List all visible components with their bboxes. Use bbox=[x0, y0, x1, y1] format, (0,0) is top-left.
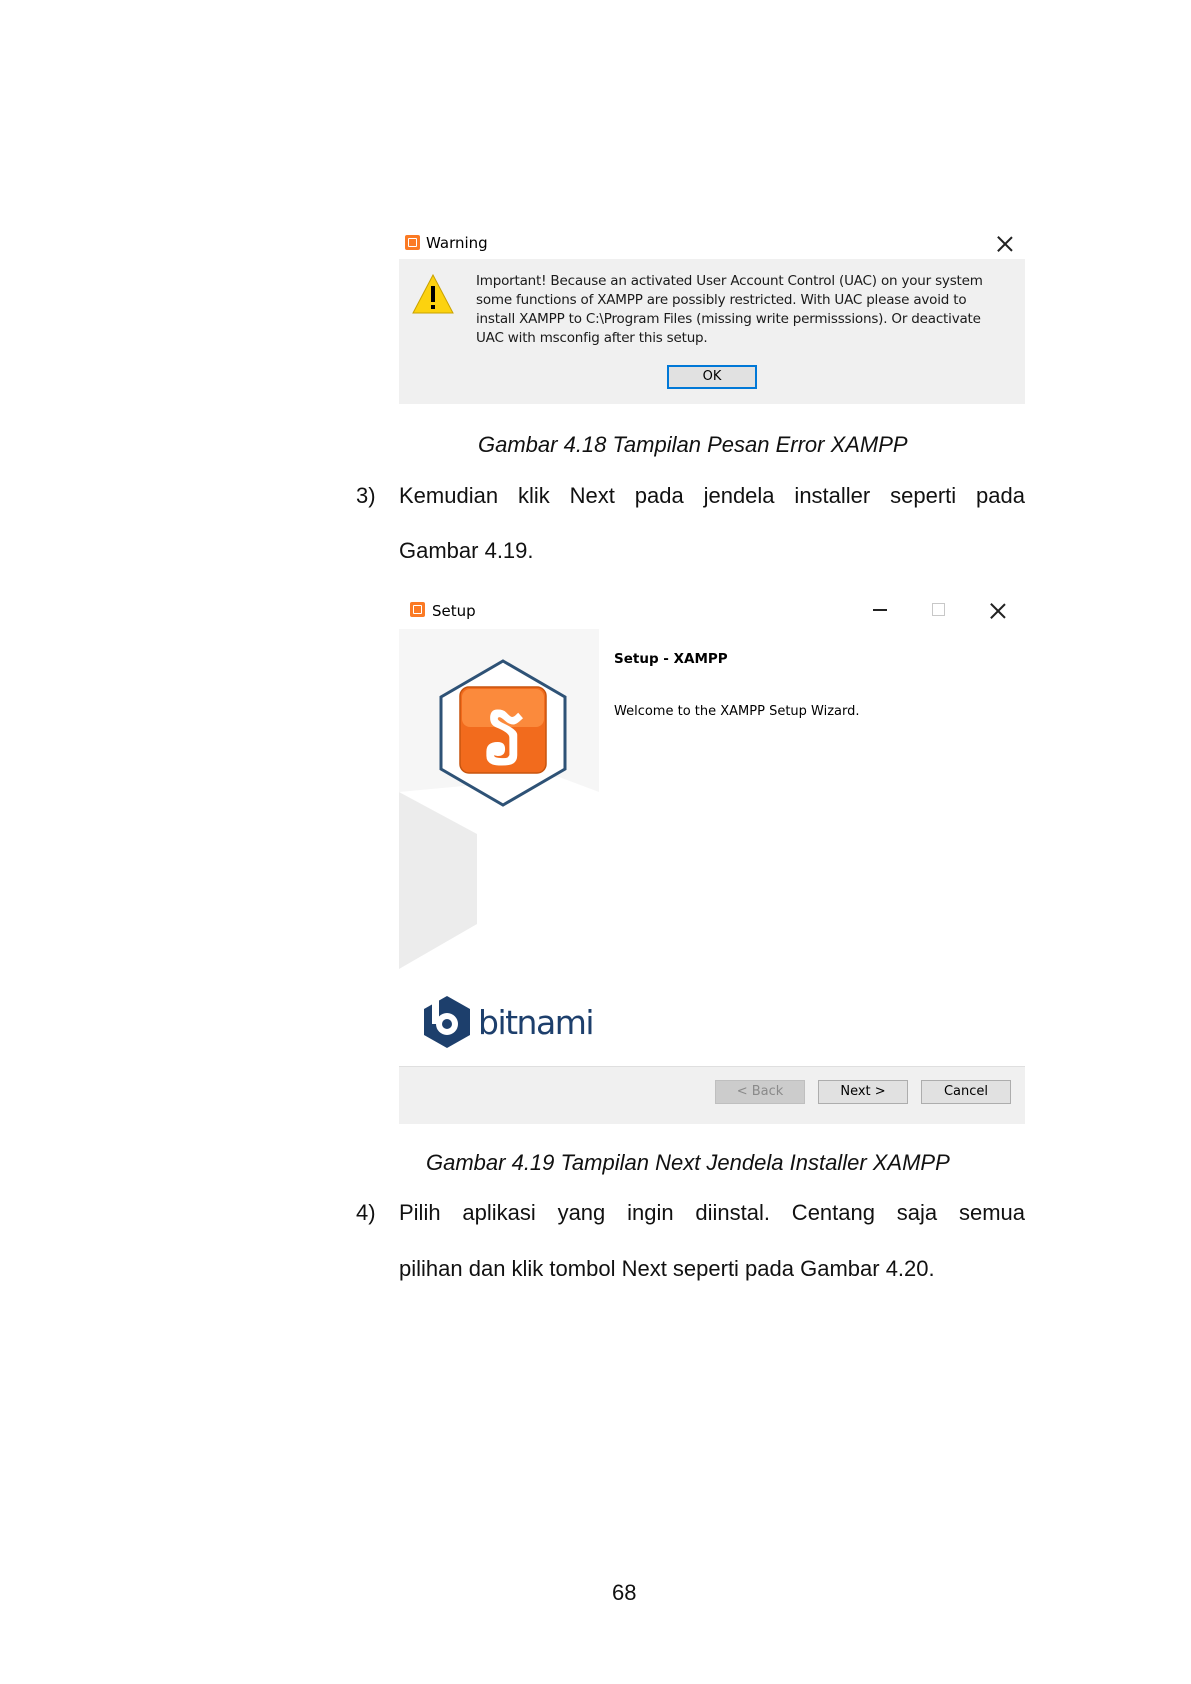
warning-triangle-icon bbox=[412, 273, 454, 314]
warning-title: Warning bbox=[426, 234, 488, 252]
figure-caption-4-18: Gambar 4.18 Tampilan Pesan Error XAMPP bbox=[478, 432, 908, 457]
xampp-side-graphic: ຽ bbox=[399, 629, 599, 969]
item-4-line-2: pilihan dan klik tombol Next seperti pad… bbox=[399, 1256, 935, 1281]
close-icon[interactable] bbox=[997, 236, 1013, 252]
bitnami-logo-icon bbox=[424, 996, 470, 1048]
bitnami-brand: bitnami bbox=[478, 1003, 595, 1042]
setup-welcome-text: Welcome to the XAMPP Setup Wizard. bbox=[614, 704, 860, 719]
next-button[interactable]: Next > bbox=[818, 1080, 908, 1104]
setup-footer: < Back Next > Cancel bbox=[399, 1066, 1025, 1124]
minimize-icon[interactable] bbox=[873, 609, 887, 611]
list-number-3: 3) bbox=[356, 483, 376, 508]
back-button[interactable]: < Back bbox=[715, 1080, 805, 1104]
setup-title: Setup bbox=[432, 602, 476, 620]
setup-titlebar: Setup bbox=[399, 593, 1025, 629]
xampp-app-icon bbox=[405, 235, 420, 250]
warning-dialog: Warning Important! Because an activated … bbox=[399, 226, 1025, 404]
cancel-button[interactable]: Cancel bbox=[921, 1080, 1011, 1104]
setup-window: Setup ຽ Setup - XAMPP Welcome to the XAM… bbox=[399, 593, 1025, 1124]
close-icon[interactable] bbox=[990, 603, 1006, 619]
warning-body: Important! Because an activated User Acc… bbox=[399, 259, 1025, 404]
maximize-icon[interactable] bbox=[932, 603, 945, 616]
ok-button[interactable]: OK bbox=[667, 365, 757, 389]
warning-message: Important! Because an activated User Acc… bbox=[476, 273, 983, 346]
item-3-line-2: Gambar 4.19. bbox=[399, 538, 534, 563]
page-number: 68 bbox=[612, 1580, 637, 1605]
list-number-4: 4) bbox=[356, 1200, 376, 1225]
xampp-app-icon bbox=[410, 602, 425, 617]
warning-titlebar: Warning bbox=[399, 226, 1025, 259]
figure-caption-4-19: Gambar 4.19 Tampilan Next Jendela Instal… bbox=[426, 1150, 950, 1175]
setup-heading: Setup - XAMPP bbox=[614, 651, 728, 667]
svg-text:ຽ: ຽ bbox=[484, 702, 523, 767]
item-4-line-1: Pilih aplikasi yang ingin diinstal. Cent… bbox=[399, 1200, 1025, 1225]
item-3-line-1: Kemudian klik Next pada jendela installe… bbox=[399, 483, 1025, 508]
